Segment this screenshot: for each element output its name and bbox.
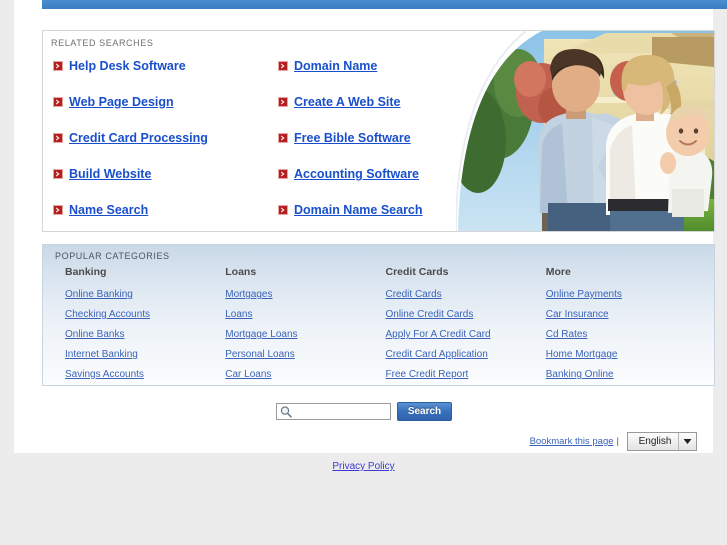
related-link-item[interactable]: Build Website — [53, 167, 278, 181]
categories-columns: Banking Online Banking Checking Accounts… — [65, 266, 706, 385]
related-link-item[interactable]: Web Page Design — [53, 95, 278, 109]
related-link-row: Name Search Domain Name Search — [53, 203, 503, 231]
category-link[interactable]: Cd Rates — [546, 329, 706, 340]
category-column-credit-cards: Credit Cards Credit Cards Online Credit … — [385, 266, 546, 385]
red-arrow-bullet-icon — [278, 169, 288, 179]
related-link-label[interactable]: Name Search — [69, 203, 148, 217]
related-searches-panel: RELATED SEARCHES Help Desk Software Doma… — [42, 30, 715, 232]
top-blue-bar — [42, 0, 727, 9]
category-link[interactable]: Online Payments — [546, 289, 706, 300]
magnifier-icon — [279, 405, 293, 419]
category-link[interactable]: Mortgage Loans — [225, 329, 385, 340]
category-heading: Credit Cards — [385, 266, 449, 278]
search-row: Search — [276, 402, 452, 421]
page-container: RELATED SEARCHES Help Desk Software Doma… — [14, 0, 727, 453]
category-link[interactable]: Car Loans — [225, 369, 385, 380]
red-arrow-bullet-icon — [53, 133, 63, 143]
related-link-label[interactable]: Build Website — [69, 167, 151, 181]
language-select[interactable]: English — [627, 432, 697, 451]
related-link-item[interactable]: Name Search — [53, 203, 278, 217]
category-column-loans: Loans Mortgages Loans Mortgage Loans Per… — [225, 266, 385, 385]
related-link-row: Web Page Design Create A Web Site — [53, 95, 503, 131]
related-link-label[interactable]: Free Bible Software — [294, 131, 411, 145]
related-link-item[interactable]: Accounting Software — [278, 167, 503, 181]
red-arrow-bullet-icon — [278, 205, 288, 215]
related-link-label[interactable]: Credit Card Processing — [69, 131, 208, 145]
category-link[interactable]: Online Banks — [65, 329, 225, 340]
popular-categories-panel: POPULAR CATEGORIES Banking Online Bankin… — [42, 244, 715, 386]
related-links-grid: Help Desk Software Domain Name Web Page … — [53, 59, 503, 231]
related-link-label[interactable]: Help Desk Software — [69, 59, 186, 73]
top-blue-bar-gradient — [42, 0, 727, 9]
related-link-label[interactable]: Domain Name — [294, 59, 377, 73]
related-link-row: Build Website Accounting Software — [53, 167, 503, 203]
search-box[interactable] — [276, 403, 391, 420]
category-link[interactable]: Savings Accounts — [65, 369, 225, 380]
related-link-row: Help Desk Software Domain Name — [53, 59, 503, 95]
privacy-policy-row: Privacy Policy — [0, 456, 727, 474]
related-link-item[interactable]: Help Desk Software — [53, 59, 278, 73]
category-heading: Loans — [225, 266, 257, 278]
category-heading: Banking — [65, 266, 107, 278]
bookmark-this-page-link[interactable]: Bookmark this page — [530, 436, 614, 447]
category-link[interactable]: Mortgages — [225, 289, 385, 300]
related-link-label[interactable]: Domain Name Search — [294, 203, 423, 217]
category-link[interactable]: Car Insurance — [546, 309, 706, 320]
language-select-label: English — [638, 436, 672, 447]
bookmark-separator: | — [616, 436, 619, 447]
category-link[interactable]: Loans — [225, 309, 385, 320]
related-link-label[interactable]: Web Page Design — [69, 95, 174, 109]
related-link-item[interactable]: Credit Card Processing — [53, 131, 278, 145]
related-link-label[interactable]: Accounting Software — [294, 167, 419, 181]
category-column-more: More Online Payments Car Insurance Cd Ra… — [545, 266, 706, 385]
category-link[interactable]: Online Credit Cards — [386, 309, 546, 320]
category-link[interactable]: Internet Banking — [65, 349, 225, 360]
category-link[interactable]: Credit Card Application — [386, 349, 546, 360]
red-arrow-bullet-icon — [278, 97, 288, 107]
category-link[interactable]: Apply For A Credit Card — [386, 329, 546, 340]
related-link-item[interactable]: Free Bible Software — [278, 131, 503, 145]
chevron-down-icon[interactable] — [678, 433, 696, 450]
category-link[interactable]: Home Mortgage — [546, 349, 706, 360]
related-link-item[interactable]: Domain Name — [278, 59, 503, 73]
page-root: RELATED SEARCHES Help Desk Software Doma… — [0, 0, 727, 545]
red-arrow-bullet-icon — [278, 61, 288, 71]
search-input[interactable] — [293, 405, 385, 418]
related-link-item[interactable]: Create A Web Site — [278, 95, 503, 109]
category-column-banking: Banking Online Banking Checking Accounts… — [65, 266, 225, 385]
category-link[interactable]: Personal Loans — [225, 349, 385, 360]
related-link-label[interactable]: Create A Web Site — [294, 95, 401, 109]
category-link[interactable]: Online Banking — [65, 289, 225, 300]
category-link[interactable]: Credit Cards — [386, 289, 546, 300]
bookmark-language-row: Bookmark this page | English — [530, 432, 697, 451]
red-arrow-bullet-icon — [278, 133, 288, 143]
red-arrow-bullet-icon — [53, 169, 63, 179]
related-link-row: Credit Card Processing Free Bible Softwa… — [53, 131, 503, 167]
search-button[interactable]: Search — [397, 402, 452, 421]
red-arrow-bullet-icon — [53, 205, 63, 215]
category-heading: More — [545, 266, 571, 278]
category-link[interactable]: Free Credit Report — [386, 369, 546, 380]
popular-categories-title: POPULAR CATEGORIES — [55, 251, 170, 261]
privacy-policy-link[interactable]: Privacy Policy — [332, 461, 394, 472]
red-arrow-bullet-icon — [53, 97, 63, 107]
category-link[interactable]: Banking Online — [546, 369, 706, 380]
category-link[interactable]: Checking Accounts — [65, 309, 225, 320]
related-searches-title: RELATED SEARCHES — [51, 38, 154, 48]
red-arrow-bullet-icon — [53, 61, 63, 71]
related-link-item[interactable]: Domain Name Search — [278, 203, 503, 217]
